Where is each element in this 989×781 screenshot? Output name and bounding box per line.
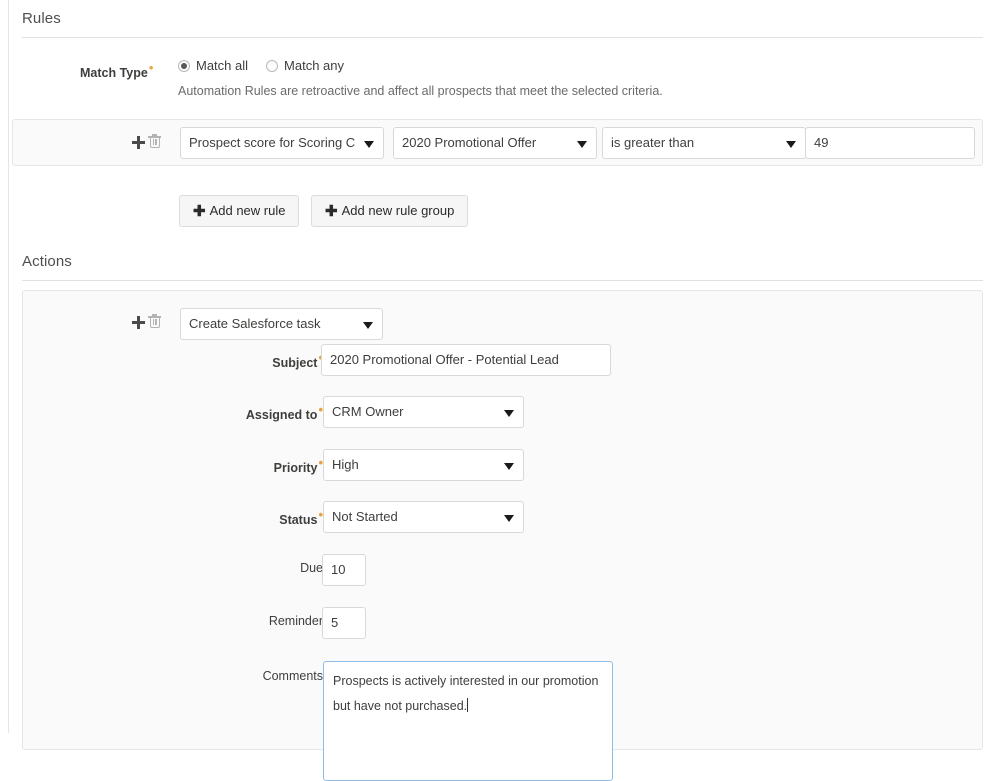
due-hint: days from today: [373, 562, 462, 576]
add-new-rule-group-label: Add new rule group: [341, 203, 455, 218]
reminder-input[interactable]: 5: [322, 607, 366, 639]
add-rule-plus-icon[interactable]: [132, 135, 145, 149]
add-new-rule-button[interactable]: ✚ Add new rule: [179, 195, 300, 227]
add-new-rule-label: Add new rule: [209, 203, 286, 218]
rule-criteria-value: Prospect score for Scoring C: [189, 135, 356, 150]
rule-operator-select[interactable]: is greater than: [602, 127, 806, 159]
reminder-value: 5: [331, 615, 339, 630]
comments-label: Comments: [262, 669, 323, 683]
radio-match-any[interactable]: Match any: [266, 58, 344, 73]
rules-section-title: Rules: [22, 10, 61, 27]
assigned-to-select[interactable]: CRM Owner: [323, 396, 524, 428]
subject-input[interactable]: 2020 Promotional Offer - Potential Lead: [321, 344, 611, 376]
chevron-down-icon: [504, 410, 514, 417]
status-value: Not Started: [332, 509, 398, 524]
subject-label: Subject•: [153, 351, 323, 370]
reminder-label: Reminder: [268, 614, 323, 628]
assigned-to-label: Assigned to•: [245, 402, 323, 423]
comments-textarea[interactable]: Prospects is actively interested in our …: [323, 661, 613, 781]
actions-section-title: Actions: [22, 253, 72, 270]
reminder-hint: days from today: [373, 615, 462, 629]
chevron-down-icon: [577, 141, 587, 148]
action-type-value: Create Salesforce task: [189, 316, 321, 331]
rule-operator-value: is greater than: [611, 135, 695, 150]
radio-match-all-dot[interactable]: [178, 59, 190, 72]
match-type-row: Match Type• Match all Match any Automati…: [0, 58, 989, 108]
due-label: Due: [300, 561, 323, 575]
chevron-down-icon: [504, 463, 514, 470]
rule-object-value: 2020 Promotional Offer: [402, 135, 537, 150]
chevron-down-icon: [786, 141, 796, 148]
due-value: 10: [331, 562, 346, 577]
delete-action-trash-icon[interactable]: [148, 314, 161, 329]
actions-panel: Create Salesforce task Subject• 2020 Pro…: [22, 290, 983, 781]
radio-match-all[interactable]: Match all: [178, 58, 248, 73]
due-input[interactable]: 10: [322, 554, 366, 586]
match-type-radio-group[interactable]: Match all Match any: [178, 58, 344, 73]
rule-value-input[interactable]: 49: [805, 127, 975, 159]
priority-label: Priority•: [273, 455, 323, 476]
delete-rule-trash-icon[interactable]: [148, 134, 161, 149]
rules-section-divider: [22, 37, 983, 38]
rule-value-text: 49: [814, 135, 829, 150]
assigned-to-value: CRM Owner: [332, 404, 404, 419]
match-type-helper-text: Automation Rules are retroactive and aff…: [178, 84, 663, 98]
radio-match-any-dot[interactable]: [266, 59, 279, 72]
chevron-down-icon: [364, 141, 374, 148]
subject-value: 2020 Promotional Offer - Potential Lead: [330, 352, 559, 367]
chevron-down-icon: [363, 322, 373, 329]
radio-match-all-label: Match all: [196, 58, 249, 73]
add-new-rule-group-button[interactable]: ✚ Add new rule group: [311, 195, 469, 227]
plus-icon: ✚: [193, 203, 206, 220]
rule-criteria-select[interactable]: Prospect score for Scoring C: [180, 127, 384, 159]
status-label: Status•: [279, 507, 323, 528]
actions-section-divider: [22, 280, 983, 281]
action-row-tools: [132, 314, 161, 329]
rule-object-select[interactable]: 2020 Promotional Offer: [393, 127, 597, 159]
comments-line-2: but have not purchased.: [333, 699, 468, 713]
match-type-label: Match Type: [80, 66, 148, 81]
page-left-rule: [8, 0, 9, 733]
action-type-select[interactable]: Create Salesforce task: [180, 308, 383, 340]
rule-panel: Prospect score for Scoring C 2020 Promot…: [12, 119, 983, 166]
chevron-down-icon: [504, 515, 514, 522]
comments-line-1: Prospects is actively interested in our …: [333, 674, 599, 688]
rule-row-tools: [132, 134, 161, 149]
required-marker-icon: •: [148, 60, 154, 75]
text-cursor: [467, 698, 469, 712]
priority-select[interactable]: High: [323, 449, 524, 481]
actions-section: Actions: [0, 253, 989, 270]
add-action-plus-icon[interactable]: [132, 315, 145, 329]
status-select[interactable]: Not Started: [323, 501, 524, 533]
radio-match-any-label: Match any: [284, 58, 345, 73]
rules-section: Rules: [0, 10, 989, 27]
priority-value: High: [332, 457, 359, 472]
plus-icon: ✚: [325, 203, 338, 220]
